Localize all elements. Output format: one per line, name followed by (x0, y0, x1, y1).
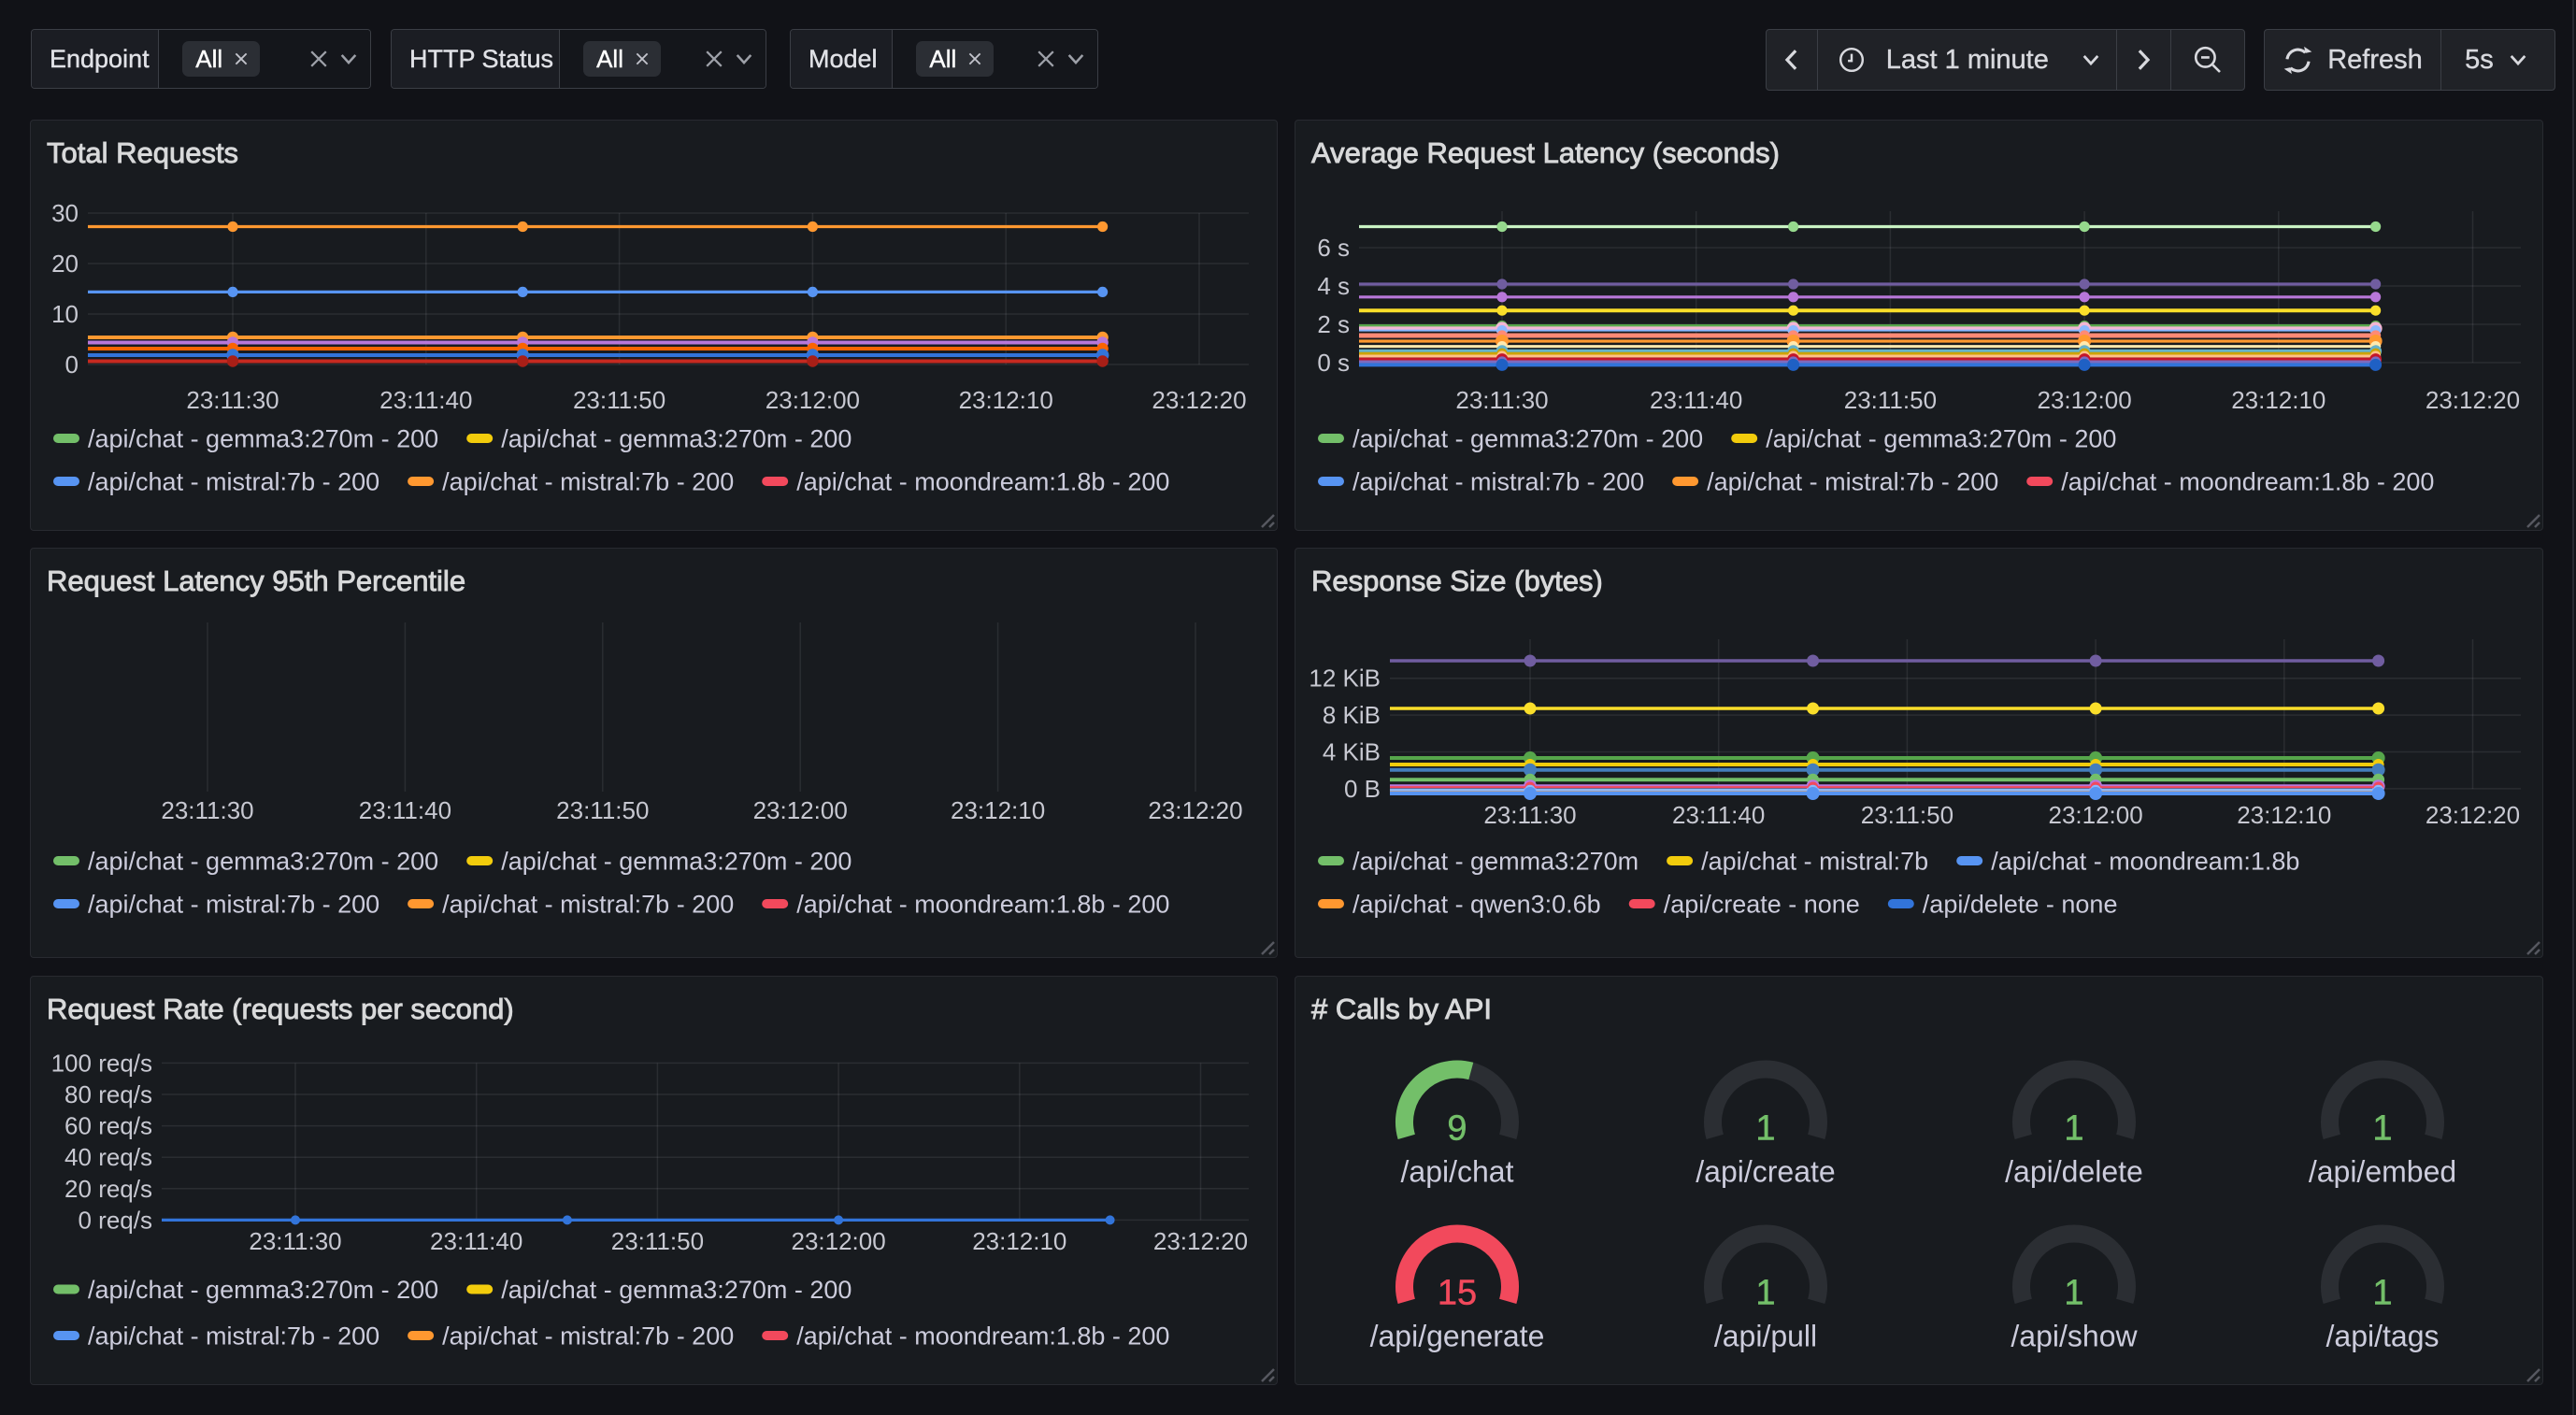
svg-text:23:12:10: 23:12:10 (951, 796, 1045, 824)
svg-text:/api/chat - moondream:1.8b - 2: /api/chat - moondream:1.8b - 200 (796, 468, 1169, 496)
svg-text:/api/chat - gemma3:270m: /api/chat - gemma3:270m (1352, 848, 1639, 876)
svg-text:23:12:10: 23:12:10 (959, 386, 1053, 414)
svg-text:40 req/s: 40 req/s (64, 1143, 152, 1171)
svg-text:/api/chat - mistral:7b - 200: /api/chat - mistral:7b - 200 (1707, 468, 1998, 496)
svg-text:/api/chat - mistral:7b - 200: /api/chat - mistral:7b - 200 (1352, 468, 1644, 496)
svg-text:20 req/s: 20 req/s (64, 1175, 152, 1203)
svg-text:23:11:40: 23:11:40 (1672, 801, 1765, 829)
svg-text:Total Requests: Total Requests (47, 136, 238, 169)
svg-text:9: 9 (1447, 1109, 1467, 1149)
svg-text:/api/chat: /api/chat (1401, 1155, 1514, 1189)
svg-text:/api/pull: /api/pull (1714, 1320, 1817, 1353)
svg-text:/api/delete - none: /api/delete - none (1923, 891, 2118, 919)
svg-text:23:11:50: 23:11:50 (573, 386, 665, 414)
svg-text:/api/chat - moondream:1.8b - 2: /api/chat - moondream:1.8b - 200 (796, 1322, 1169, 1351)
svg-text:23:12:00: 23:12:00 (791, 1227, 885, 1255)
svg-text:23:12:00: 23:12:00 (753, 796, 848, 824)
svg-text:/api/generate: /api/generate (1370, 1320, 1545, 1353)
svg-text:23:11:50: 23:11:50 (1861, 801, 1953, 829)
svg-text:23:11:30: 23:11:30 (186, 386, 279, 414)
svg-text:/api/chat - moondream:1.8b - 2: /api/chat - moondream:1.8b - 200 (796, 891, 1169, 919)
svg-text:Average Request Latency (secon: Average Request Latency (seconds) (1311, 136, 1780, 169)
svg-text:/api/chat - gemma3:270m - 200: /api/chat - gemma3:270m - 200 (88, 425, 438, 453)
svg-text:23:11:40: 23:11:40 (430, 1227, 522, 1255)
svg-text:1: 1 (2064, 1109, 2083, 1149)
svg-text:/api/create - none: /api/create - none (1664, 891, 1860, 919)
svg-text:23:11:30: 23:11:30 (1455, 386, 1548, 414)
svg-text:4 KiB: 4 KiB (1323, 738, 1381, 766)
svg-text:23:12:10: 23:12:10 (2231, 386, 2326, 414)
svg-text:23:12:20: 23:12:20 (1152, 386, 1246, 414)
svg-text:23:11:40: 23:11:40 (379, 386, 472, 414)
svg-text:Request Rate (requests per sec: Request Rate (requests per second) (47, 993, 514, 1025)
svg-text:8 KiB: 8 KiB (1323, 701, 1381, 729)
svg-text:/api/chat - moondream:1.8b - 2: /api/chat - moondream:1.8b - 200 (2061, 468, 2434, 496)
svg-text:1: 1 (2372, 1274, 2392, 1313)
svg-text:23:12:20: 23:12:20 (2426, 801, 2520, 829)
svg-text:1: 1 (2372, 1109, 2392, 1149)
svg-text:/api/chat - mistral:7b - 200: /api/chat - mistral:7b - 200 (88, 1322, 379, 1351)
svg-text:23:12:20: 23:12:20 (1148, 796, 1242, 824)
svg-text:60 req/s: 60 req/s (64, 1112, 152, 1140)
svg-text:23:11:40: 23:11:40 (359, 796, 451, 824)
svg-text:Response Size (bytes): Response Size (bytes) (1311, 565, 1603, 597)
svg-text:0 s: 0 s (1317, 349, 1350, 377)
svg-text:2 s: 2 s (1317, 310, 1350, 338)
svg-text:/api/chat - gemma3:270m - 200: /api/chat - gemma3:270m - 200 (88, 1276, 438, 1304)
svg-text:23:11:30: 23:11:30 (161, 796, 253, 824)
svg-text:23:12:00: 23:12:00 (2037, 386, 2131, 414)
svg-text:1: 1 (1755, 1274, 1775, 1313)
svg-text:12 KiB: 12 KiB (1309, 665, 1381, 693)
svg-text:/api/show: /api/show (2011, 1320, 2138, 1353)
svg-text:# Calls by API: # Calls by API (1311, 993, 1492, 1025)
svg-text:1: 1 (1755, 1109, 1775, 1149)
svg-text:0 B: 0 B (1344, 775, 1381, 803)
svg-text:/api/delete: /api/delete (2005, 1155, 2143, 1189)
svg-text:30: 30 (51, 199, 79, 227)
svg-text:80 req/s: 80 req/s (64, 1080, 152, 1108)
svg-text:23:11:50: 23:11:50 (611, 1227, 704, 1255)
svg-text:10: 10 (51, 300, 79, 328)
svg-text:/api/chat - gemma3:270m - 200: /api/chat - gemma3:270m - 200 (1352, 425, 1703, 453)
svg-text:/api/chat - mistral:7b - 200: /api/chat - mistral:7b - 200 (442, 468, 734, 496)
svg-text:23:11:30: 23:11:30 (249, 1227, 341, 1255)
svg-text:/api/tags: /api/tags (2326, 1320, 2440, 1353)
svg-text:/api/chat - gemma3:270m - 200: /api/chat - gemma3:270m - 200 (501, 1276, 852, 1304)
svg-text:/api/chat - mistral:7b - 200: /api/chat - mistral:7b - 200 (442, 1322, 734, 1351)
svg-text:/api/chat - gemma3:270m - 200: /api/chat - gemma3:270m - 200 (501, 848, 852, 876)
svg-text:/api/chat - qwen3:0.6b: /api/chat - qwen3:0.6b (1352, 891, 1601, 919)
svg-text:20: 20 (51, 250, 79, 278)
svg-text:6 s: 6 s (1317, 234, 1350, 262)
svg-text:23:12:00: 23:12:00 (2048, 801, 2142, 829)
svg-text:23:12:20: 23:12:20 (1153, 1227, 1248, 1255)
svg-text:23:12:20: 23:12:20 (2426, 386, 2520, 414)
svg-text:23:12:00: 23:12:00 (766, 386, 860, 414)
svg-text:15: 15 (1438, 1274, 1477, 1313)
svg-text:100 req/s: 100 req/s (51, 1049, 152, 1077)
svg-text:Request Latency 95th Percentil: Request Latency 95th Percentile (47, 565, 465, 597)
svg-text:23:12:10: 23:12:10 (2237, 801, 2331, 829)
svg-text:23:11:40: 23:11:40 (1650, 386, 1742, 414)
svg-text:/api/chat - mistral:7b: /api/chat - mistral:7b (1701, 848, 1928, 876)
svg-text:4 s: 4 s (1317, 272, 1350, 300)
svg-text:/api/chat - gemma3:270m - 200: /api/chat - gemma3:270m - 200 (1766, 425, 2116, 453)
svg-text:/api/chat - mistral:7b - 200: /api/chat - mistral:7b - 200 (88, 468, 379, 496)
svg-text:23:11:30: 23:11:30 (1483, 801, 1576, 829)
svg-text:/api/chat - mistral:7b - 200: /api/chat - mistral:7b - 200 (88, 891, 379, 919)
svg-text:23:12:10: 23:12:10 (972, 1227, 1066, 1255)
svg-text:/api/chat - gemma3:270m - 200: /api/chat - gemma3:270m - 200 (88, 848, 438, 876)
svg-text:0: 0 (65, 350, 79, 379)
svg-text:23:11:50: 23:11:50 (556, 796, 649, 824)
svg-text:/api/embed: /api/embed (2309, 1155, 2456, 1189)
svg-text:/api/create: /api/create (1696, 1155, 1835, 1189)
svg-text:23:11:50: 23:11:50 (1844, 386, 1937, 414)
svg-text:1: 1 (2064, 1274, 2083, 1313)
svg-text:/api/chat - moondream:1.8b: /api/chat - moondream:1.8b (1991, 848, 2299, 876)
svg-text:0 req/s: 0 req/s (79, 1206, 153, 1234)
svg-text:/api/chat - gemma3:270m - 200: /api/chat - gemma3:270m - 200 (501, 425, 852, 453)
svg-text:/api/chat - mistral:7b - 200: /api/chat - mistral:7b - 200 (442, 891, 734, 919)
